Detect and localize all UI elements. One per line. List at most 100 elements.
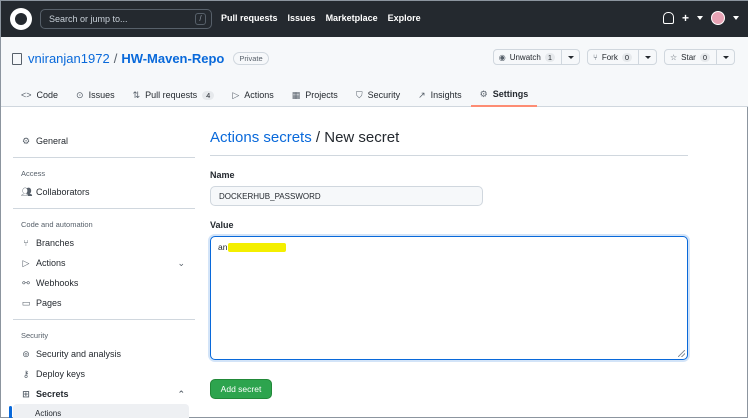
nav-explore[interactable]: Explore xyxy=(388,13,421,23)
codescan-icon: ⊚ xyxy=(22,348,30,359)
notifications-bell-icon[interactable] xyxy=(662,12,674,24)
sidebar-subitem-actions-secrets[interactable]: Actions xyxy=(9,404,189,418)
breadcrumb-actions-secrets[interactable]: Actions secrets xyxy=(210,129,312,146)
sidebar-item-secrets[interactable]: ⊞ Secrets ⌃ xyxy=(13,384,195,404)
divider xyxy=(13,208,195,209)
create-new-caret-icon[interactable] xyxy=(697,16,703,20)
sidebar-item-collaborators[interactable]: 👥︎ Collaborators xyxy=(13,182,195,202)
sidebar-item-deploy-keys[interactable]: ⚷ Deploy keys xyxy=(13,364,195,384)
unwatch-button[interactable]: ◉ Unwatch 1 xyxy=(492,49,580,65)
repo-owner-link[interactable]: vniranjan1972 xyxy=(28,51,110,66)
tab-issues[interactable]: ⊙ Issues xyxy=(67,83,124,107)
tab-actions-label: Actions xyxy=(244,90,274,100)
play-icon: ▷ xyxy=(232,89,240,100)
tab-security-label: Security xyxy=(367,90,401,100)
graph-icon: ↗ xyxy=(418,89,426,100)
tab-code[interactable]: <> Code xyxy=(12,83,67,107)
tab-settings-label: Settings xyxy=(492,89,529,99)
user-avatar[interactable] xyxy=(711,11,725,25)
sidebar-item-label: Secrets xyxy=(36,389,69,399)
fork-button[interactable]: ⑂ Fork 0 xyxy=(587,49,657,65)
gear-icon: ⚙ xyxy=(21,135,31,146)
sidebar-heading-access: Access xyxy=(21,168,46,178)
sidebar-heading-code: Code and automation xyxy=(21,219,93,229)
sidebar-item-label: Pages xyxy=(36,298,62,308)
sidebar-item-actions[interactable]: ▷ Actions ⌄ xyxy=(13,253,195,273)
breadcrumb-separator: / xyxy=(311,129,325,146)
sidebar-item-label: Webhooks xyxy=(36,278,79,288)
repo-icon xyxy=(12,52,22,65)
issue-icon: ⊙ xyxy=(76,89,84,100)
search-shortcut-key: / xyxy=(195,13,206,25)
pull-request-icon: ⇅ xyxy=(132,89,141,100)
divider xyxy=(13,319,195,320)
sidebar-item-label: Branches xyxy=(36,238,75,248)
secret-icon: ⊞ xyxy=(22,388,30,399)
gear-icon: ⚙ xyxy=(479,88,488,99)
eye-icon: ◉ xyxy=(498,52,506,62)
nav-pull-requests[interactable]: Pull requests xyxy=(221,13,278,23)
sidebar-subitem-label: Actions xyxy=(35,409,62,418)
resize-handle-icon[interactable] xyxy=(678,350,685,357)
tab-settings[interactable]: ⚙ Settings xyxy=(470,83,538,107)
secret-value-textarea[interactable]: an xyxy=(210,236,688,360)
code-icon: <> xyxy=(21,90,32,100)
sidebar-item-label: Security and analysis xyxy=(36,349,122,359)
shield-icon: ⛉ xyxy=(355,89,363,100)
page-title-text: New secret xyxy=(324,129,400,146)
tab-insights[interactable]: ↗ Insights xyxy=(409,83,471,107)
tab-insights-label: Insights xyxy=(430,90,462,100)
global-header: Search or jump to... / Pull requests Iss… xyxy=(1,1,748,37)
chevron-down-icon[interactable]: ⌄ xyxy=(177,258,185,269)
header-actions: + xyxy=(662,11,739,25)
active-indicator xyxy=(9,406,12,418)
user-menu-caret-icon[interactable] xyxy=(733,16,739,20)
tab-actions[interactable]: ▷ Actions xyxy=(223,83,282,107)
sidebar-heading-security: Security xyxy=(21,330,49,340)
fork-icon: ⑂ xyxy=(593,52,598,62)
star-count: 0 xyxy=(699,52,710,62)
people-icon: 👥︎ xyxy=(21,186,33,197)
repo-name-link[interactable]: HW-Maven-Repo xyxy=(121,51,224,66)
star-button[interactable]: ☆ Star 0 xyxy=(663,49,735,65)
repo-tabs: <> Code ⊙ Issues ⇅ Pull requests 4 ▷ Act… xyxy=(12,83,538,107)
sidebar-item-branches[interactable]: ⑂ Branches xyxy=(13,233,195,253)
sidebar-item-label: Deploy keys xyxy=(36,369,86,379)
repo-header: vniranjan1972 / HW-Maven-Repo Private ◉ … xyxy=(1,37,748,107)
nav-marketplace[interactable]: Marketplace xyxy=(326,13,378,23)
browser-icon: ▭ xyxy=(21,297,31,308)
visibility-badge: Private xyxy=(233,52,269,65)
chevron-down-icon[interactable] xyxy=(723,55,729,59)
sidebar-item-pages[interactable]: ▭ Pages xyxy=(13,293,195,313)
value-label: Value xyxy=(210,220,234,230)
table-icon: ▦ xyxy=(291,89,301,100)
secret-value-visible-prefix: an xyxy=(218,242,228,252)
chevron-down-icon[interactable] xyxy=(568,55,574,59)
create-new-plus-icon[interactable]: + xyxy=(682,12,689,24)
repo-title: vniranjan1972 / HW-Maven-Repo Private xyxy=(12,51,269,66)
watch-count: 1 xyxy=(544,52,555,62)
tab-security[interactable]: ⛉ Security xyxy=(347,83,409,107)
github-logo-icon[interactable] xyxy=(10,8,32,30)
repo-title-separator: / xyxy=(113,51,118,66)
sidebar-item-webhooks[interactable]: ⚯ Webhooks xyxy=(13,273,195,293)
tab-projects[interactable]: ▦ Projects xyxy=(283,83,347,107)
add-secret-button[interactable]: Add secret xyxy=(210,379,272,399)
tab-code-label: Code xyxy=(36,90,59,100)
play-icon: ▷ xyxy=(22,257,30,268)
nav-issues[interactable]: Issues xyxy=(288,13,316,23)
settings-sidebar: ⚙ General Access 👥︎ Collaborators Code a… xyxy=(9,131,195,418)
secret-name-input[interactable]: DOCKERHUB_PASSWORD xyxy=(210,186,483,206)
branch-icon: ⑂ xyxy=(23,238,29,248)
tab-pull-requests-label: Pull requests xyxy=(145,90,198,100)
search-input[interactable]: Search or jump to... / xyxy=(40,9,212,29)
secret-name-value: DOCKERHUB_PASSWORD xyxy=(219,192,321,201)
tab-pull-requests[interactable]: ⇅ Pull requests 4 xyxy=(124,83,224,107)
chevron-down-icon[interactable] xyxy=(644,55,651,59)
fork-label: Fork xyxy=(601,52,618,62)
chevron-up-icon[interactable]: ⌃ xyxy=(177,389,185,400)
sidebar-item-label: Collaborators xyxy=(36,187,90,197)
sidebar-item-security-analysis[interactable]: ⊚ Security and analysis xyxy=(13,344,195,364)
name-label: Name xyxy=(210,170,235,180)
sidebar-item-general[interactable]: ⚙ General xyxy=(13,131,195,151)
